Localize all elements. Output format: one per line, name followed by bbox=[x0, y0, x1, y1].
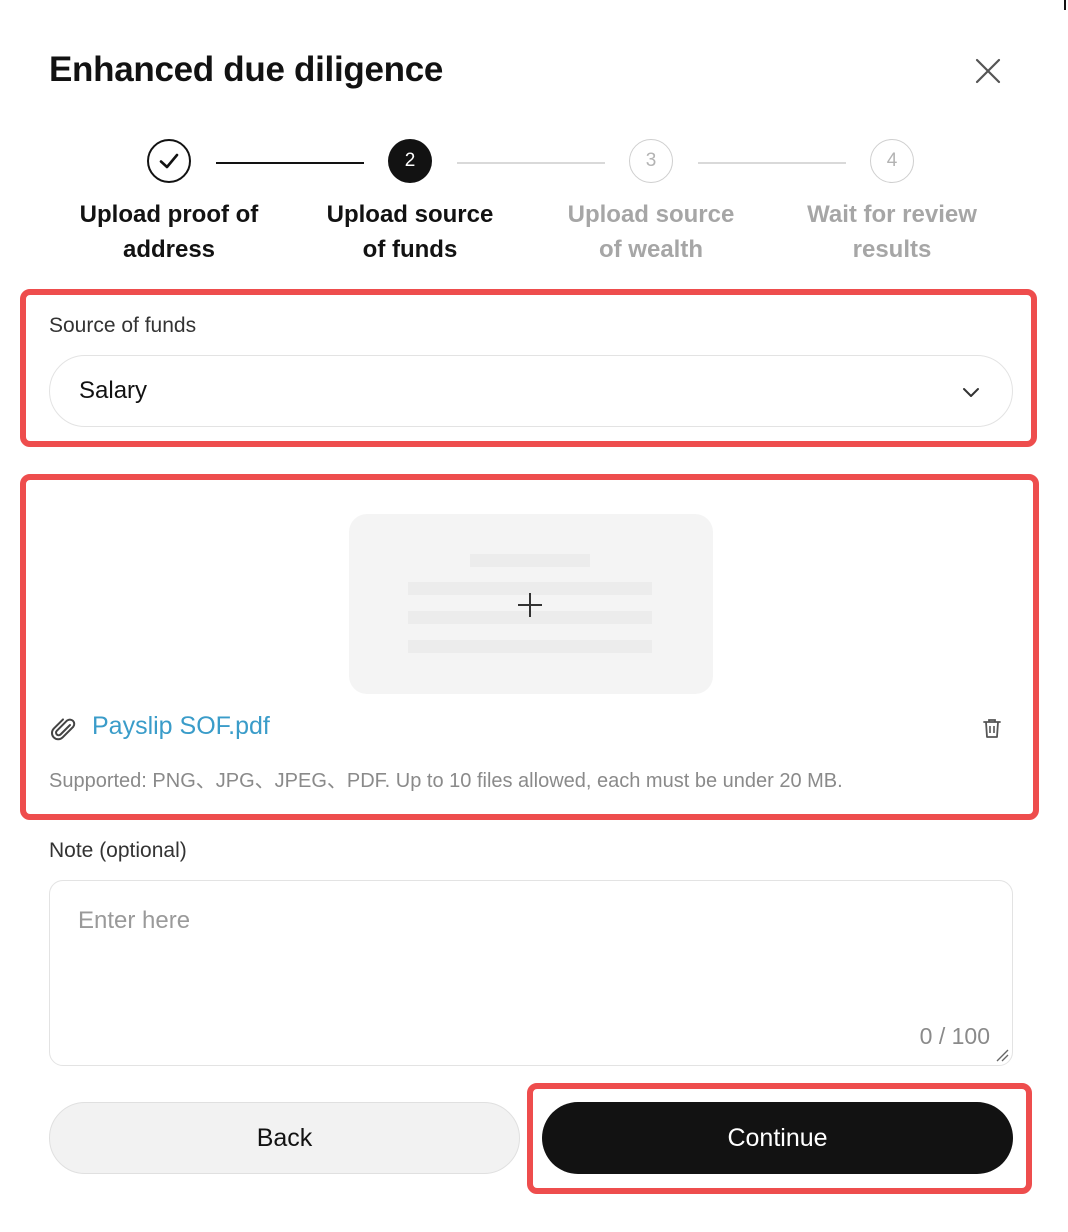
check-icon bbox=[159, 153, 179, 169]
step-connector bbox=[457, 162, 605, 164]
step-1-label-line2: address bbox=[122, 236, 216, 263]
source-of-funds-select[interactable]: Salary bbox=[49, 355, 1013, 427]
source-of-funds-value: Salary bbox=[79, 377, 148, 404]
note-label: Note (optional) bbox=[49, 839, 187, 862]
step-1-label: Upload proof of address bbox=[59, 197, 279, 267]
step-2-label: Upload source of funds bbox=[300, 197, 520, 267]
step-4-label-line1: Wait for review bbox=[807, 201, 977, 228]
step-4-indicator: 4 bbox=[870, 139, 914, 183]
continue-button[interactable]: Continue bbox=[542, 1102, 1013, 1174]
upload-dropzone[interactable] bbox=[349, 514, 713, 694]
step-2-label-line1: Upload source bbox=[326, 201, 494, 228]
step-4-label: Wait for review results bbox=[782, 197, 1002, 267]
step-connector bbox=[698, 162, 846, 164]
note-textarea[interactable] bbox=[78, 907, 978, 1007]
uploaded-file-link[interactable]: Payslip SOF.pdf bbox=[92, 712, 270, 741]
step-1-indicator bbox=[147, 139, 191, 183]
trash-icon[interactable] bbox=[980, 716, 1004, 740]
placeholder-line bbox=[470, 554, 590, 567]
window-edge bbox=[1064, 0, 1066, 10]
placeholder-line bbox=[408, 640, 652, 653]
note-char-counter: 0 / 100 bbox=[919, 1023, 990, 1049]
dialog-title: Enhanced due diligence bbox=[49, 50, 444, 89]
step-4-label-line2: results bbox=[852, 236, 932, 263]
step-2-indicator: 2 bbox=[388, 139, 432, 183]
step-2-label-line2: of funds bbox=[362, 236, 458, 263]
supported-formats-text: Supported: PNG、JPG、JPEG、PDF. Up to 10 fi… bbox=[49, 770, 843, 792]
plus-icon bbox=[518, 593, 542, 617]
close-button[interactable] bbox=[970, 53, 1006, 89]
step-3-label-line1: Upload source bbox=[567, 201, 735, 228]
resize-handle-icon[interactable] bbox=[995, 1048, 1009, 1062]
chevron-down-icon bbox=[963, 388, 979, 397]
step-3-label: Upload source of wealth bbox=[541, 197, 761, 267]
note-field-container: 0 / 100 bbox=[49, 880, 1013, 1066]
close-icon bbox=[975, 58, 1001, 84]
source-of-funds-label: Source of funds bbox=[49, 314, 197, 337]
step-connector bbox=[216, 162, 364, 164]
paperclip-icon bbox=[51, 718, 76, 741]
step-3-indicator: 3 bbox=[629, 139, 673, 183]
step-3-label-line2: of wealth bbox=[598, 236, 703, 263]
back-button[interactable]: Back bbox=[49, 1102, 520, 1174]
step-1-label-line1: Upload proof of bbox=[79, 201, 259, 228]
